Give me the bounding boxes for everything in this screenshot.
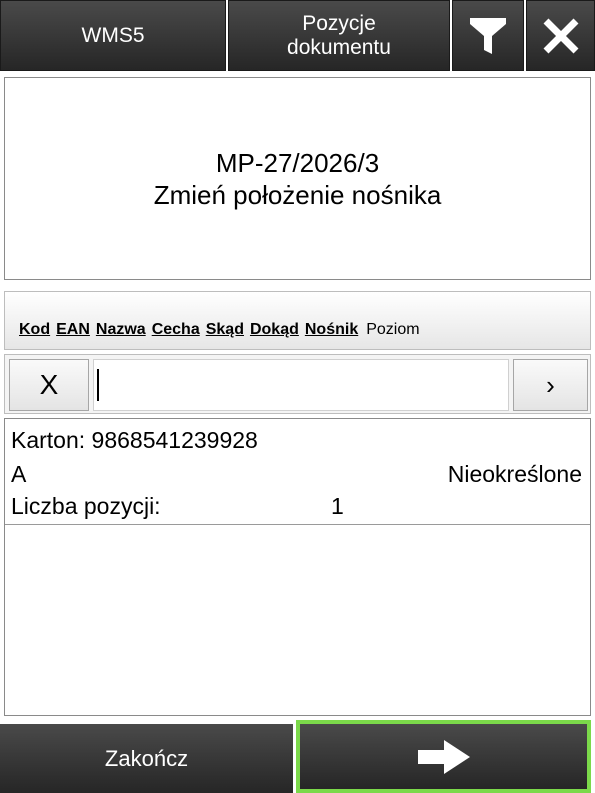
app-label: WMS5 bbox=[81, 23, 145, 47]
column-nosnik[interactable]: Nośnik bbox=[305, 321, 358, 339]
item-code: A bbox=[11, 461, 27, 487]
bottom-bar: Zakończ bbox=[0, 720, 595, 793]
document-number: MP-27/2026/3 bbox=[215, 147, 380, 178]
clear-search-button[interactable]: X bbox=[9, 359, 89, 411]
column-dokad[interactable]: Dokąd bbox=[250, 321, 299, 339]
column-headers: Kod EAN Nazwa Cecha Skąd Dokąd Nośnik Po… bbox=[4, 291, 591, 350]
next-button[interactable] bbox=[296, 720, 591, 793]
clear-label: X bbox=[39, 369, 59, 400]
column-kod[interactable]: Kod bbox=[19, 321, 50, 339]
title-line-1: Pozycje bbox=[302, 11, 376, 35]
finish-label: Zakończ bbox=[104, 745, 189, 771]
close-button[interactable] bbox=[526, 0, 595, 71]
column-skad[interactable]: Skąd bbox=[206, 321, 244, 339]
arrow-right-icon bbox=[417, 739, 470, 774]
search-next-button[interactable]: › bbox=[513, 359, 588, 411]
column-poziom: Poziom bbox=[366, 321, 420, 338]
column-cecha[interactable]: Cecha bbox=[152, 321, 200, 339]
search-row: X › bbox=[4, 354, 591, 414]
finish-button[interactable]: Zakończ bbox=[0, 724, 293, 793]
position-count-label: Liczba pozycji: bbox=[11, 493, 161, 519]
close-icon bbox=[543, 18, 578, 53]
document-info-panel: MP-27/2026/3 Zmień położenie nośnika bbox=[4, 77, 591, 280]
position-count-value: 1 bbox=[331, 493, 344, 519]
column-ean[interactable]: EAN bbox=[56, 321, 90, 339]
list-item[interactable]: Karton: 9868541239928 A Nieokreślone Lic… bbox=[5, 419, 590, 525]
screen-title: Pozycje dokumentu bbox=[228, 0, 450, 71]
app-button[interactable]: WMS5 bbox=[0, 0, 226, 71]
item-status: Nieokreślone bbox=[447, 461, 582, 487]
search-input[interactable] bbox=[93, 359, 509, 411]
title-line-2: dokumentu bbox=[287, 35, 391, 59]
filter-button[interactable] bbox=[452, 0, 524, 71]
operation-name: Zmień położenie nośnika bbox=[153, 179, 442, 210]
text-caret bbox=[97, 369, 99, 401]
filter-icon bbox=[470, 17, 506, 54]
chevron-right-icon: › bbox=[546, 369, 555, 400]
positions-list: Karton: 9868541239928 A Nieokreślone Lic… bbox=[4, 418, 591, 716]
carrier-label: Karton: 9868541239928 bbox=[11, 427, 258, 453]
column-nazwa[interactable]: Nazwa bbox=[96, 321, 146, 339]
top-bar: WMS5 Pozycje dokumentu bbox=[0, 0, 595, 72]
